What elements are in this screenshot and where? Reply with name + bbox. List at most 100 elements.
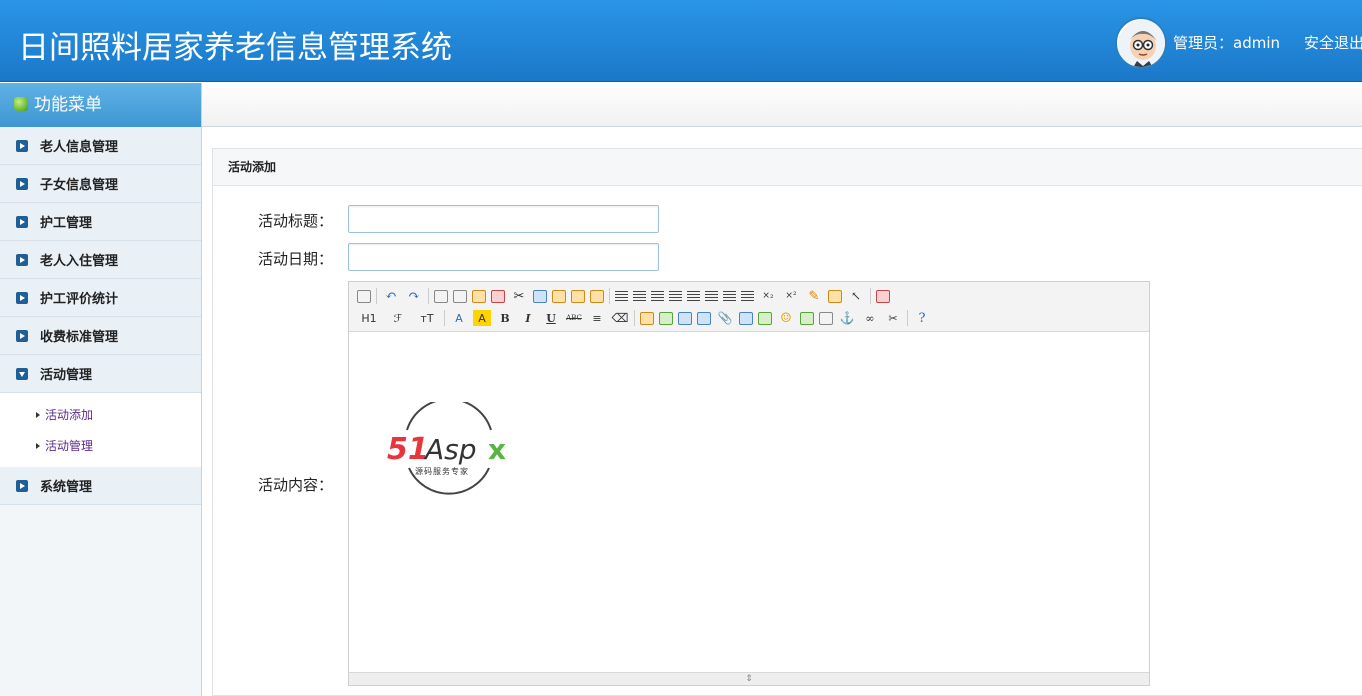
indent-icon[interactable] — [723, 291, 736, 301]
activity-submenu: 活动添加 活动管理 — [0, 393, 201, 467]
insert-hr-icon[interactable] — [758, 311, 772, 325]
sidebar-item-label: 系统管理 — [40, 480, 93, 495]
avatar — [1115, 17, 1167, 69]
font-size-dropdown[interactable]: тT — [415, 310, 439, 326]
insert-table-icon[interactable] — [739, 311, 753, 325]
align-center-icon[interactable] — [633, 291, 646, 301]
sidebar-item-activity[interactable]: 活动管理 — [0, 355, 201, 393]
logo-brand-dark: Asp — [423, 433, 477, 466]
panel-title: 活动添加 — [213, 149, 1362, 186]
arrow-right-icon — [16, 215, 28, 228]
unordered-list-icon[interactable] — [705, 291, 718, 301]
paste-text-icon[interactable] — [571, 289, 585, 303]
align-right-icon[interactable] — [651, 291, 664, 301]
highlight-color-icon[interactable]: A — [473, 310, 491, 326]
preview-icon[interactable] — [434, 289, 448, 303]
superscript-icon[interactable]: ×² — [782, 288, 800, 304]
fullscreen-icon[interactable] — [876, 289, 890, 303]
sidebar-item-caregiver[interactable]: 护工管理 — [0, 203, 201, 241]
redo-icon[interactable]: ↷ — [405, 288, 423, 304]
sidebar-item-label: 子女信息管理 — [40, 178, 119, 193]
emoticon-icon[interactable]: ☺ — [777, 310, 795, 326]
insert-multi-image-icon[interactable] — [659, 311, 673, 325]
strikethrough-button[interactable]: ABC — [565, 310, 583, 326]
underline-button[interactable]: U — [542, 310, 560, 326]
avatar-icon — [1118, 20, 1165, 67]
attachment-icon[interactable]: 📎 — [716, 310, 734, 326]
toolbar-row-2: H1 ℱ тT A A B I U ABC ≡ ⌫ 📎 ☺ ⚓ ∞ ✂ ? — [357, 307, 1141, 329]
outdent-icon[interactable] — [741, 291, 754, 301]
editor-content-area[interactable]: 51 Asp x 源码服务专家 — [349, 332, 1149, 672]
submenu-activity-manage[interactable]: 活动管理 — [0, 430, 201, 461]
source-code-icon[interactable] — [357, 289, 371, 303]
sidebar-item-label: 活动管理 — [40, 368, 93, 383]
template-icon[interactable] — [472, 289, 486, 303]
italic-button[interactable]: I — [519, 310, 537, 326]
link-icon[interactable]: ∞ — [861, 310, 879, 326]
toolbar-separator — [428, 288, 429, 304]
sidebar-item-system[interactable]: 系统管理 — [0, 467, 201, 505]
app-title: 日间照料居家养老信息管理系统 — [18, 30, 452, 66]
insert-media-icon[interactable] — [697, 311, 711, 325]
activity-title-input[interactable] — [348, 205, 659, 233]
content-topbar — [202, 83, 1362, 127]
logo-brand-red: 51 — [387, 432, 429, 467]
pointer-icon[interactable]: ↖ — [847, 288, 865, 304]
horizontal-rule-icon[interactable]: ≡ — [588, 310, 606, 326]
heading-dropdown[interactable]: H1 — [357, 310, 381, 326]
align-justify-icon[interactable] — [669, 291, 682, 301]
arrow-down-icon — [16, 367, 28, 380]
sidebar-item-label: 收费标准管理 — [40, 330, 119, 345]
date-label: 活动日期： — [258, 250, 334, 268]
arrow-right-icon — [16, 479, 28, 492]
cut-icon[interactable]: ✂ — [510, 288, 528, 304]
sidebar: 功能菜单 老人信息管理 子女信息管理 护工管理 老人入住管理 护工评价统计 收费… — [0, 83, 202, 696]
sidebar-item-elder-info[interactable]: 老人信息管理 — [0, 127, 201, 165]
help-icon[interactable]: ? — [913, 310, 931, 326]
toolbar-row-1: ↶ ↷ ✂ ×₂ ×² ✎ ↖ — [357, 285, 1141, 307]
unlink-icon[interactable]: ✂ — [884, 310, 902, 326]
submenu-activity-add[interactable]: 活动添加 — [0, 399, 201, 430]
editor-resize-bar[interactable]: ⇕ — [349, 672, 1149, 685]
insert-image-icon[interactable] — [640, 311, 654, 325]
submenu-label: 活动添加 — [45, 408, 94, 422]
toolbar-separator — [870, 288, 871, 304]
subscript-icon[interactable]: ×₂ — [759, 288, 777, 304]
sidebar-item-caregiver-rating[interactable]: 护工评价统计 — [0, 279, 201, 317]
title-label: 活动标题： — [258, 212, 334, 230]
copy-icon[interactable] — [533, 289, 547, 303]
activity-date-input[interactable] — [348, 243, 659, 271]
rich-text-editor: ↶ ↷ ✂ ×₂ ×² ✎ ↖ H1 ℱ тT A A B I U ABC ≡ … — [348, 281, 1150, 686]
paste-icon[interactable] — [552, 289, 566, 303]
font-color-icon[interactable]: A — [450, 310, 468, 326]
submenu-label: 活动管理 — [45, 439, 94, 453]
print-icon[interactable] — [453, 289, 467, 303]
logout-link[interactable]: 安全退出 — [1304, 32, 1362, 53]
bold-button[interactable]: B — [496, 310, 514, 326]
paste-word-icon[interactable] — [590, 289, 604, 303]
insert-map-icon[interactable] — [800, 311, 814, 325]
logo-brand-green: x — [488, 433, 506, 466]
font-dropdown[interactable]: ℱ — [386, 310, 410, 326]
undo-icon[interactable]: ↶ — [382, 288, 400, 304]
code-icon[interactable] — [491, 289, 505, 303]
admin-label: 管理员：admin — [1173, 34, 1280, 52]
anchor-icon[interactable]: ⚓ — [838, 310, 856, 326]
insert-flash-icon[interactable] — [678, 311, 692, 325]
sidebar-item-fees[interactable]: 收费标准管理 — [0, 317, 201, 355]
logo-51aspx: 51 Asp x 源码服务专家 — [387, 398, 506, 495]
page-break-icon[interactable] — [819, 311, 833, 325]
editor-toolbar: ↶ ↷ ✂ ×₂ ×² ✎ ↖ H1 ℱ тT A A B I U ABC ≡ … — [349, 282, 1149, 332]
toolbar-separator — [634, 310, 635, 326]
sidebar-item-label: 老人入住管理 — [40, 254, 119, 269]
eraser-icon[interactable]: ⌫ — [611, 310, 629, 326]
sidebar-item-children-info[interactable]: 子女信息管理 — [0, 165, 201, 203]
arrow-right-icon — [16, 139, 28, 152]
toolbar-separator — [609, 288, 610, 304]
select-all-icon[interactable] — [828, 289, 842, 303]
align-left-icon[interactable] — [615, 291, 628, 301]
ordered-list-icon[interactable] — [687, 291, 700, 301]
logo-tagline: 源码服务专家 — [415, 466, 469, 476]
sidebar-item-checkin[interactable]: 老人入住管理 — [0, 241, 201, 279]
clear-format-icon[interactable]: ✎ — [805, 288, 823, 304]
